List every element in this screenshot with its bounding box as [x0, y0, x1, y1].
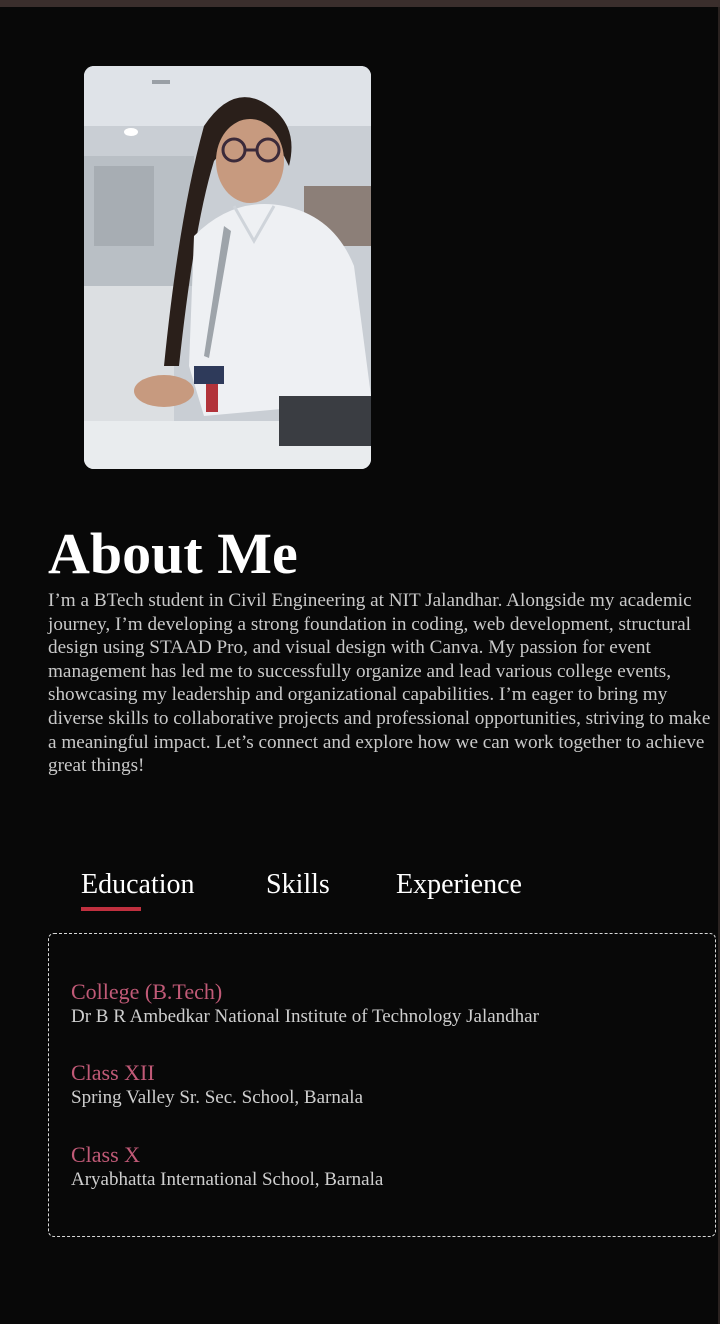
- top-bar: [0, 0, 720, 7]
- education-heading: Class XII: [71, 1060, 155, 1085]
- education-heading: Class X: [71, 1142, 141, 1167]
- tab-experience[interactable]: Experience: [396, 866, 522, 904]
- education-item: Class X Aryabhatta International School,…: [71, 1142, 383, 1192]
- active-tab-indicator: [81, 907, 141, 911]
- education-detail: Dr B R Ambedkar National Institute of Te…: [71, 1006, 539, 1027]
- education-detail: Spring Valley Sr. Sec. School, Barnala: [71, 1087, 364, 1108]
- education-detail: Aryabhatta International School, Barnala: [71, 1169, 384, 1190]
- education-heading: College (B.Tech): [71, 979, 223, 1004]
- education-panel: College (B.Tech) Dr B R Ambedkar Nationa…: [48, 933, 716, 1237]
- education-item: College (B.Tech) Dr B R Ambedkar Nationa…: [71, 979, 539, 1029]
- tab-skills[interactable]: Skills: [266, 866, 330, 904]
- about-description: I’m a BTech student in Civil Engineering…: [48, 590, 711, 777]
- profile-photo: [84, 66, 371, 469]
- tab-education[interactable]: Education: [81, 866, 195, 904]
- education-item: Class XII Spring Valley Sr. Sec. School,…: [71, 1060, 363, 1110]
- about-title: About Me: [48, 521, 298, 586]
